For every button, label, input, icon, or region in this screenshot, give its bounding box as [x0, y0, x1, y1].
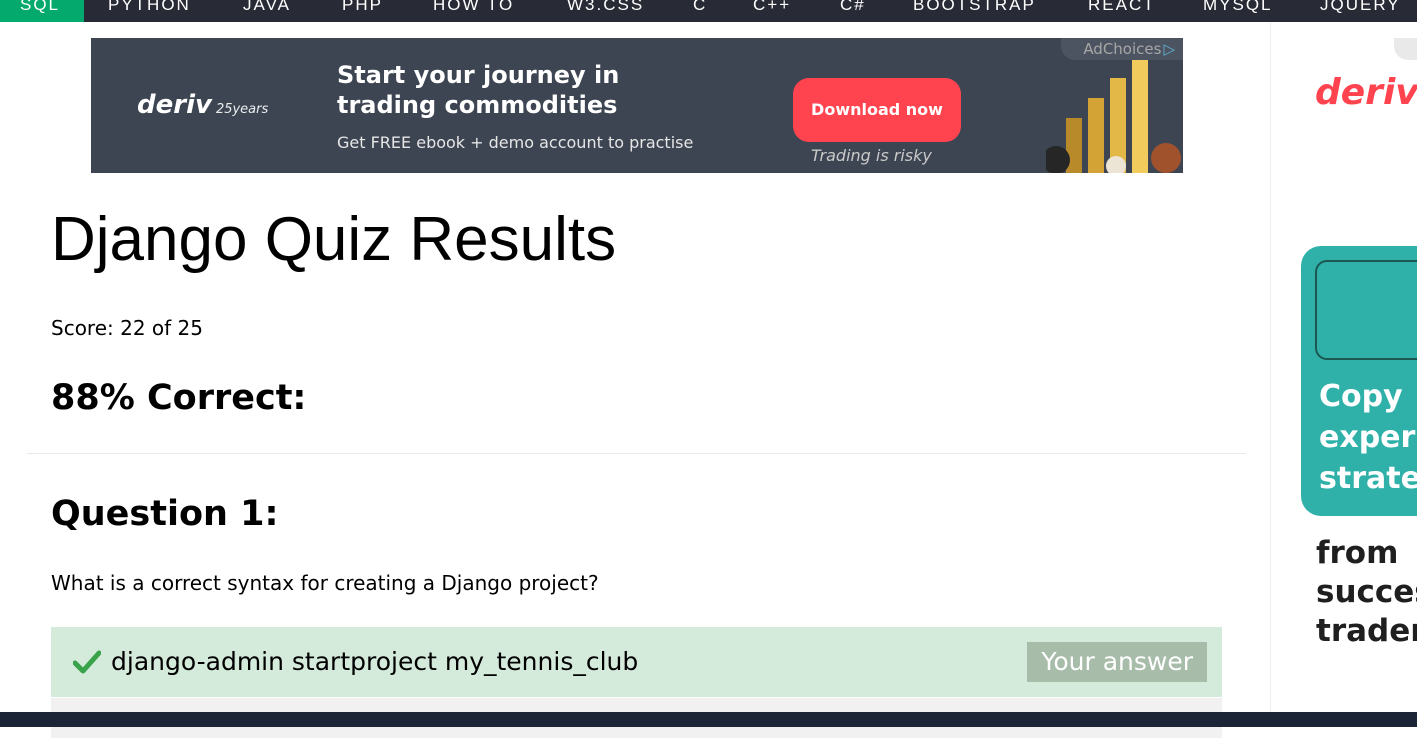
nav-item-mysql[interactable]: MYSQL	[1203, 0, 1273, 22]
nav-item-c[interactable]: C	[693, 0, 707, 22]
sidebar-adchoices-tab[interactable]	[1394, 38, 1417, 60]
ad-headline: Start your journey in trading commoditie…	[337, 61, 620, 119]
sidebar-ad[interactable]: deriv Copy experi strate from succes tra…	[1270, 22, 1417, 712]
question-heading: Question 1:	[51, 494, 279, 534]
answer-text: django-admin startproject my_tennis_club	[111, 647, 639, 676]
nav-item-csharp[interactable]: C#	[840, 0, 866, 22]
adchoices-label: AdChoices	[1083, 40, 1162, 58]
quiz-score: Score: 22 of 25	[51, 316, 204, 340]
top-nav: SQL PYTHON JAVA PHP HOW TO W3.CSS C C++ …	[0, 0, 1417, 22]
sidebar-promo-text: Copy experi strate	[1319, 379, 1417, 496]
sidebar-promo-subtext: from succes trader	[1316, 535, 1417, 649]
nav-item-w3css[interactable]: W3.CSS	[567, 0, 644, 22]
nav-item-php[interactable]: PHP	[342, 0, 383, 22]
nav-item-bootstrap[interactable]: BOOTSTRAP	[913, 0, 1036, 22]
ad-download-button[interactable]: Download now	[793, 78, 961, 142]
page-title: Django Quiz Results	[51, 205, 617, 274]
sidebar-brand-logo: deriv	[1315, 72, 1417, 113]
check-icon	[73, 650, 101, 674]
copy-trading-icon	[1315, 260, 1417, 360]
ad-brand-years: 25years	[215, 102, 269, 117]
nav-item-cpp[interactable]: C++	[753, 0, 791, 22]
ad-disclaimer: Trading is risky	[811, 146, 932, 165]
nav-item-react[interactable]: REACT	[1088, 0, 1156, 22]
ad-brand-logo: deriv 25years	[137, 90, 269, 120]
correct-answer-row: django-admin startproject my_tennis_club…	[51, 627, 1222, 697]
question-text: What is a correct syntax for creating a …	[51, 571, 599, 595]
os-taskbar	[0, 712, 1417, 727]
nav-item-how-to[interactable]: HOW TO	[433, 0, 514, 22]
nav-item-python[interactable]: PYTHON	[108, 0, 191, 22]
ad-subline: Get FREE ebook + demo account to practis…	[337, 133, 694, 152]
adchoices-icon: ▷	[1163, 40, 1175, 58]
adchoices-badge[interactable]: AdChoices ▷	[1061, 38, 1183, 60]
leaderboard-ad[interactable]: deriv 25years Start your journey in tradi…	[91, 38, 1183, 173]
main-content: deriv 25years Start your journey in tradi…	[0, 22, 1270, 738]
nav-item-jquery[interactable]: JQUERY	[1320, 0, 1401, 22]
sidebar-promo-panel[interactable]: Copy experi strate	[1301, 246, 1417, 516]
nav-item-java[interactable]: JAVA	[243, 0, 291, 22]
nav-item-sql[interactable]: SQL	[0, 0, 85, 22]
your-answer-badge: Your answer	[1027, 642, 1207, 682]
quiz-percent: 88% Correct:	[51, 378, 307, 418]
section-divider	[27, 453, 1246, 454]
